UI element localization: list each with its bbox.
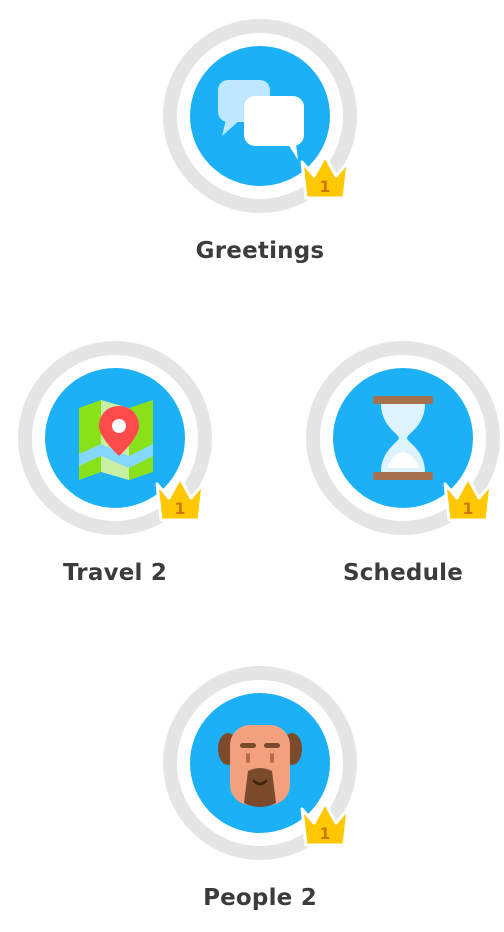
crown-level: 1 (319, 177, 330, 196)
skill-label: People 2 (203, 885, 317, 911)
skill-travel-2-node: 1 (18, 341, 212, 535)
crown-level: 1 (174, 499, 185, 518)
crown-level: 1 (319, 824, 330, 843)
skill-label: Schedule (342, 560, 464, 586)
skill-people-2-node: 1 (163, 666, 357, 860)
skill-label: Greetings (195, 238, 325, 264)
skill-schedule-node: 1 (306, 341, 500, 535)
skill-travel-2[interactable]: 1 Travel 2 (15, 338, 215, 586)
crown-level: 1 (462, 499, 473, 518)
skill-schedule[interactable]: 1 Schedule (303, 338, 503, 586)
skill-people-2[interactable]: 1 People 2 (160, 663, 360, 911)
map-pin-icon (79, 400, 153, 480)
skill-label: Travel 2 (62, 560, 168, 586)
skill-greetings-node: 1 (163, 19, 357, 213)
skill-greetings[interactable]: 1 Greetings (160, 16, 360, 264)
